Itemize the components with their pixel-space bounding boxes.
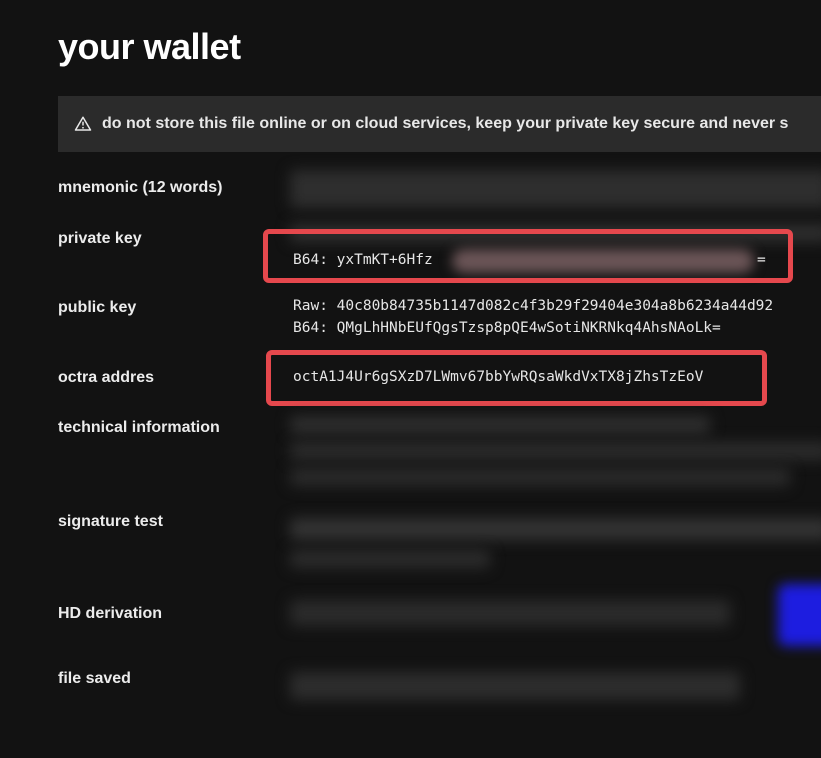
technical-information-label: technical information — [58, 419, 220, 436]
wallet-page: your wallet do not store this file onlin… — [0, 0, 821, 758]
octra-address-label: octra addres — [58, 369, 155, 386]
file-saved-label: file saved — [58, 670, 131, 687]
technical-information-blurred-2 — [290, 442, 821, 460]
warning-text: do not store this file online or on clou… — [102, 115, 789, 132]
file-saved-blurred — [290, 672, 740, 700]
public-key-raw: Raw: 40c80b84735b1147d082c4f3b29f29404e3… — [293, 298, 774, 314]
technical-information-blurred-3 — [290, 468, 790, 486]
public-key-label: public key — [58, 299, 137, 316]
signature-test-blurred-2 — [290, 550, 490, 568]
signature-test-label: signature test — [58, 513, 163, 530]
technical-information-blurred-1 — [290, 416, 710, 434]
warning-triangle-icon — [74, 116, 92, 131]
hd-derivation-action-button[interactable] — [778, 584, 821, 646]
private-key-highlight-box — [263, 229, 793, 283]
mnemonic-value-blurred — [290, 170, 821, 208]
hd-derivation-label: HD derivation — [58, 605, 163, 622]
public-key-b64: B64: QMgLhHNbEUfQgsTzsp8pQE4wSotiNKRNkq4… — [293, 320, 721, 336]
page-title: your wallet — [58, 26, 241, 67]
octra-address-highlight-box — [266, 350, 767, 406]
security-warning-banner: do not store this file online or on clou… — [58, 96, 821, 152]
signature-test-blurred-1 — [290, 518, 821, 540]
hd-derivation-blurred — [290, 600, 730, 626]
mnemonic-label: mnemonic (12 words) — [58, 179, 223, 196]
private-key-label: private key — [58, 230, 142, 247]
